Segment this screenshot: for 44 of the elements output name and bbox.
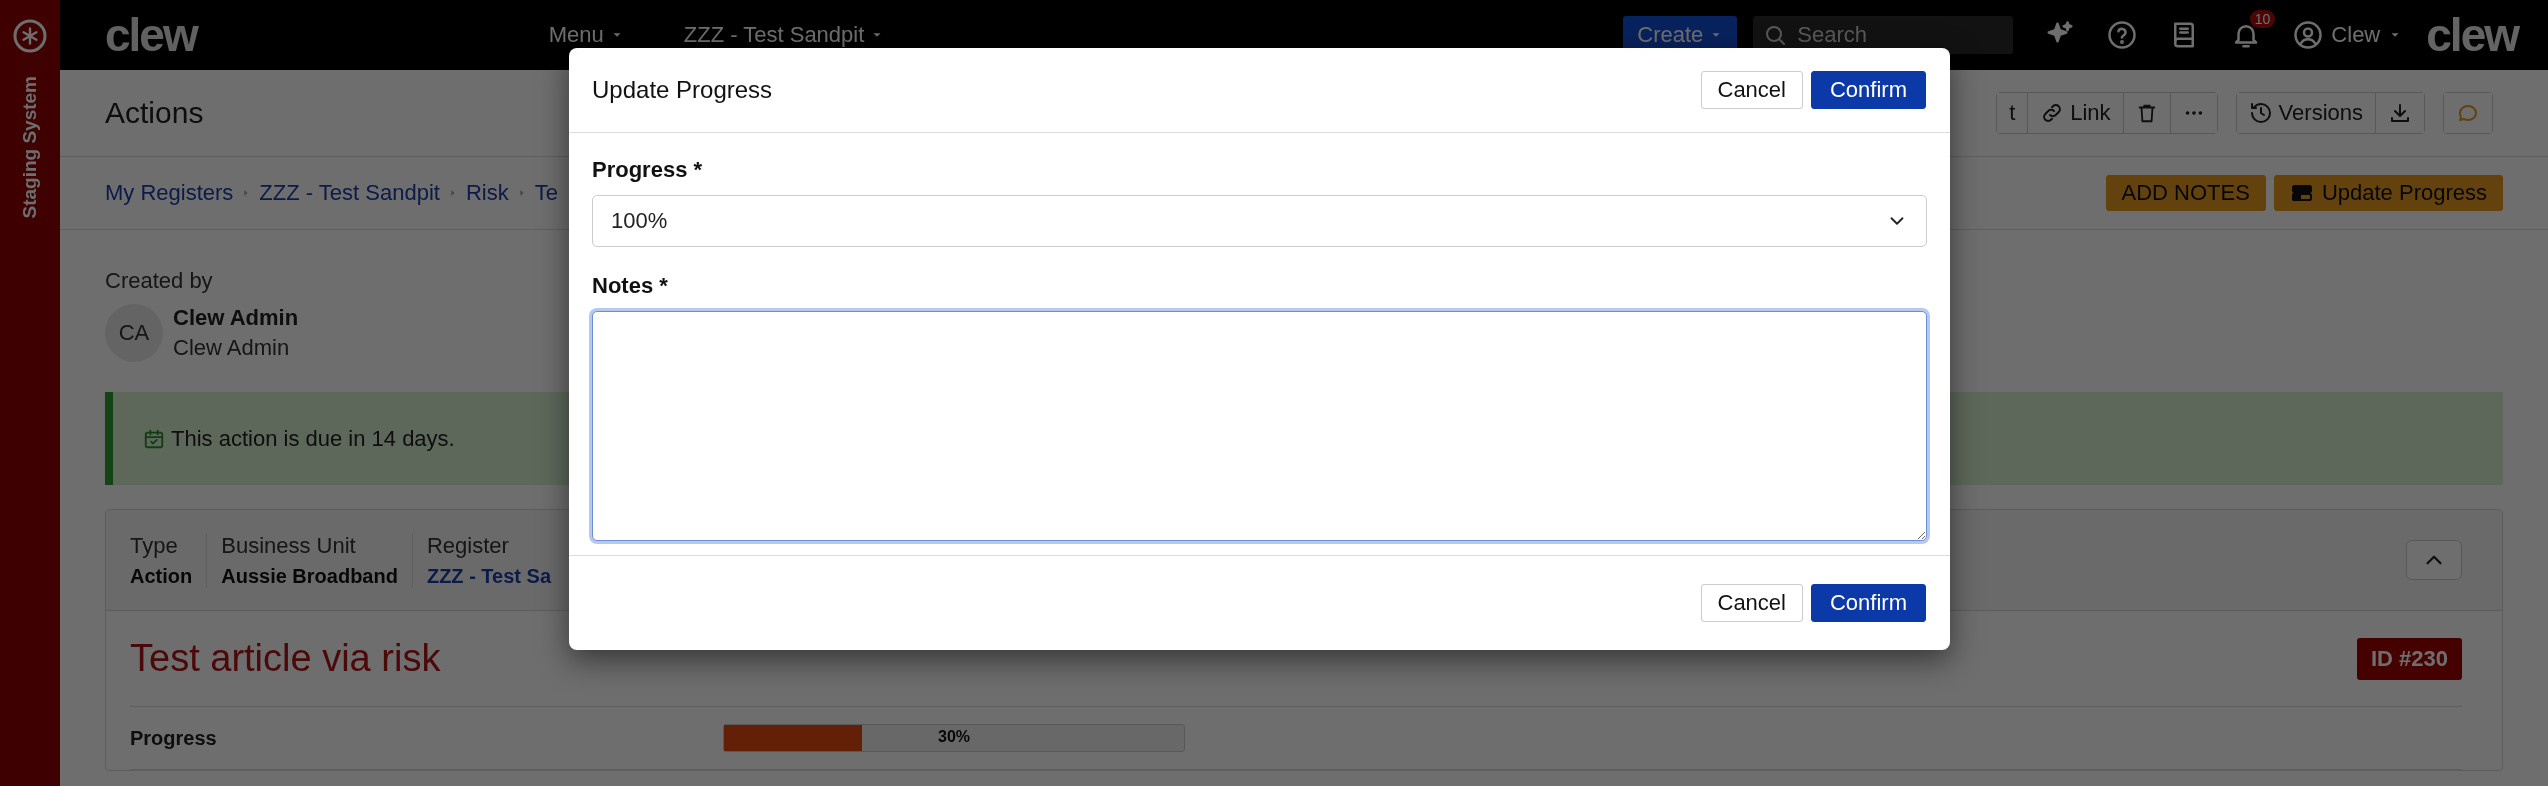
calendar-check-icon bbox=[143, 427, 165, 450]
field-label: Type bbox=[130, 532, 179, 559]
cancel-button[interactable]: Cancel bbox=[1700, 584, 1803, 622]
field-value: Aussie Broadband bbox=[221, 564, 398, 588]
page-title: Actions bbox=[105, 96, 205, 130]
avatar: CA bbox=[105, 304, 163, 362]
field-value: Action bbox=[130, 564, 193, 588]
notification-badge: 10 bbox=[2249, 10, 2276, 28]
progress-label: Progress bbox=[130, 726, 218, 750]
breadcrumb-link[interactable]: My Registers bbox=[105, 180, 234, 206]
alert-text: This action is due in 14 days. bbox=[171, 425, 455, 452]
logo[interactable]: clew bbox=[105, 8, 197, 62]
update-progress-button[interactable]: Update Progress bbox=[2273, 175, 2503, 211]
nav-menu[interactable]: ZZZ - Test Sandpit bbox=[683, 22, 885, 48]
cancel-button[interactable]: Cancel bbox=[1700, 71, 1803, 109]
progress-reading: 30% bbox=[937, 728, 971, 746]
notes-field[interactable] bbox=[592, 311, 1927, 541]
nav-menu[interactable]: Menu bbox=[548, 22, 624, 48]
breadcrumb-link[interactable]: Te bbox=[534, 180, 558, 206]
add-notes-button[interactable]: ADD NOTES bbox=[2105, 175, 2266, 211]
dialog-title: Update Progress bbox=[592, 76, 773, 104]
banner-label: Staging System bbox=[19, 76, 41, 219]
breadcrumb-link[interactable]: ZZZ - Test Sandpit bbox=[259, 180, 440, 206]
field-label: Business Unit bbox=[221, 532, 357, 559]
user-icon bbox=[2293, 20, 2324, 50]
history-icon bbox=[2248, 101, 2273, 125]
user-menu[interactable]: Clew bbox=[2293, 20, 2403, 50]
help-icon[interactable] bbox=[2107, 20, 2138, 50]
user-name: Clew Admin bbox=[173, 305, 299, 331]
field-link[interactable]: ZZZ - Test Sa bbox=[426, 564, 551, 588]
brand-logo: clew bbox=[2426, 8, 2518, 62]
id-badge: ID #230 bbox=[2356, 637, 2462, 680]
confirm-button[interactable]: Confirm bbox=[1811, 71, 1926, 109]
search-icon bbox=[1763, 23, 1788, 47]
confirm-button[interactable]: Confirm bbox=[1811, 584, 1926, 622]
breadcrumb-link[interactable]: Risk bbox=[465, 180, 509, 206]
progress-select[interactable]: 100% bbox=[592, 195, 1927, 247]
field-label: Notes * bbox=[592, 273, 669, 299]
action-title: Test article via risk bbox=[130, 637, 442, 680]
download-icon[interactable] bbox=[2388, 101, 2412, 125]
user-role: Clew Admin bbox=[173, 335, 291, 361]
field-label: Progress * bbox=[592, 157, 704, 183]
created-by-label: Created by bbox=[105, 268, 213, 294]
field-label: Register bbox=[426, 532, 510, 559]
